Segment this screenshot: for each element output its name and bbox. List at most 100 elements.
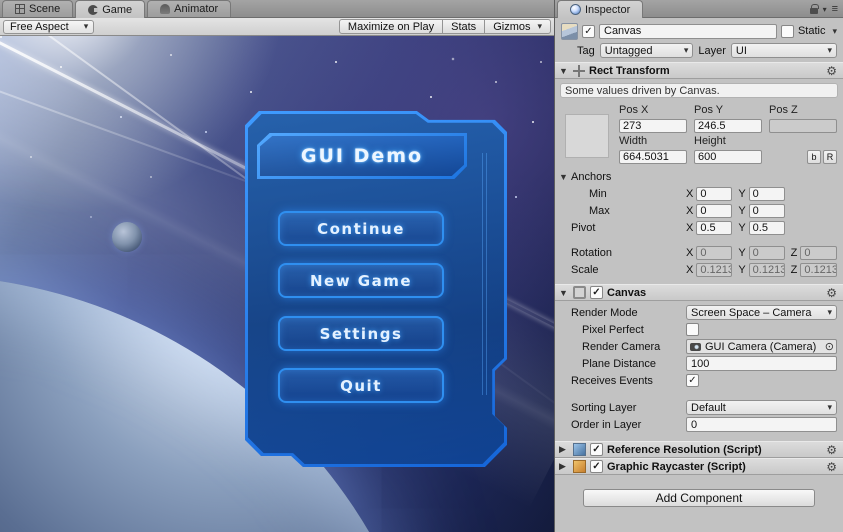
rotation-y-field: 0 xyxy=(748,245,785,260)
sorting-layer-label: Sorting Layer xyxy=(571,401,637,414)
dropdown-arrow-icon: ▾ xyxy=(827,402,832,412)
max-label: Max xyxy=(589,204,610,217)
height-label: Height xyxy=(694,135,726,147)
tab-animator-label: Animator xyxy=(174,3,219,15)
tab-inspector[interactable]: Inspector xyxy=(557,0,644,18)
stats-button[interactable]: Stats xyxy=(443,19,486,34)
sorting-layer-dropdown[interactable]: Default ▾ xyxy=(686,400,837,415)
static-dropdown-arrow-icon[interactable]: ▾ xyxy=(832,26,837,37)
panel-menu-icon[interactable]: ≡ xyxy=(832,4,838,15)
moon xyxy=(112,222,142,252)
foldout-icon[interactable]: ▶ xyxy=(559,461,569,472)
anchor-preview[interactable] xyxy=(565,114,609,158)
canvas-component-icon xyxy=(573,286,586,299)
maximize-on-play-button[interactable]: Maximize on Play xyxy=(338,19,444,34)
height-field[interactable]: 600 xyxy=(694,150,762,164)
scene-icon xyxy=(15,4,25,14)
lock-icon[interactable] xyxy=(809,4,819,14)
receives-events-checkbox[interactable]: ✓ xyxy=(686,374,699,387)
layer-dropdown[interactable]: UI ▾ xyxy=(730,43,837,58)
foldout-icon[interactable]: ▶ xyxy=(559,444,569,455)
pivot-x-field[interactable]: 0.5 xyxy=(696,220,733,235)
render-mode-row: Render Mode Screen Space – Camera ▾ xyxy=(555,304,843,321)
game-toolbar: Free Aspect ▾ Maximize on Play Stats Giz… xyxy=(0,18,554,36)
tab-animator[interactable]: Animator xyxy=(147,0,232,17)
game-toolbar-right: Maximize on Play Stats Gizmos ▾ xyxy=(338,19,551,34)
tag-label: Tag xyxy=(577,44,595,57)
quit-button[interactable]: Quit xyxy=(278,368,444,403)
active-checkbox[interactable]: ✓ xyxy=(582,24,595,38)
graphic-raycaster-header[interactable]: ▶ ✓ Graphic Raycaster (Script) ⚙ xyxy=(555,458,843,475)
new-game-button[interactable]: New Game xyxy=(278,263,444,298)
add-component-button[interactable]: Add Component xyxy=(583,489,815,507)
max-x-field[interactable]: 0 xyxy=(696,203,733,218)
tag-dropdown[interactable]: Untagged ▾ xyxy=(599,43,694,58)
aspect-dropdown[interactable]: Free Aspect ▾ xyxy=(3,19,95,34)
pos-x-label: Pos X xyxy=(619,104,649,116)
object-picker-icon[interactable]: ⊙ xyxy=(825,340,834,353)
tab-inspector-label: Inspector xyxy=(585,3,631,16)
gear-icon[interactable]: ⚙ xyxy=(826,443,837,457)
pixel-perfect-checkbox[interactable] xyxy=(686,323,699,336)
pos-y-field[interactable]: 246.5 xyxy=(694,119,762,133)
continue-button[interactable]: Continue xyxy=(278,211,444,246)
unity-editor-window: Scene Game Animator Free Aspect ▾ Maximi… xyxy=(0,0,843,532)
max-y-field[interactable]: 0 xyxy=(748,203,785,218)
reference-resolution-header[interactable]: ▶ ✓ Reference Resolution (Script) ⚙ xyxy=(555,441,843,458)
scale-y-field: 0.12132 xyxy=(748,262,785,277)
menu-title-box: GUI Demo xyxy=(257,133,467,179)
rect-transform-block: Pos X Pos Y Pos Z 273 246.5 Width Height… xyxy=(555,101,843,168)
rotation-row: Rotation X0 Y0 Z0 xyxy=(555,244,843,261)
gear-icon[interactable]: ⚙ xyxy=(826,64,837,78)
pos-z-label: Pos Z xyxy=(769,104,798,116)
graphic-raycaster-checkbox[interactable]: ✓ xyxy=(590,460,603,473)
camera-icon xyxy=(690,342,701,351)
tab-scene-label: Scene xyxy=(29,3,61,15)
gizmos-dropdown[interactable]: Gizmos ▾ xyxy=(485,19,551,34)
foldout-icon[interactable]: ▼ xyxy=(559,66,569,76)
dropdown-arrow-icon[interactable]: ▾ xyxy=(823,5,827,14)
dropdown-arrow-icon: ▾ xyxy=(83,21,89,31)
left-tab-strip: Scene Game Animator xyxy=(0,0,554,18)
order-in-layer-field[interactable]: 0 xyxy=(686,417,837,432)
canvas-component-header[interactable]: ▼ ✓ Canvas ⚙ xyxy=(555,284,843,301)
render-camera-object-field[interactable]: GUI Camera (Camera) ⊙ xyxy=(686,339,837,354)
blueprint-mode-button[interactable]: b xyxy=(807,150,821,164)
min-label: Min xyxy=(589,187,607,200)
min-y-field[interactable]: 0 xyxy=(748,186,785,201)
settings-button[interactable]: Settings xyxy=(278,316,444,351)
order-in-layer-row: Order in Layer 0 xyxy=(555,416,843,433)
plane-distance-field[interactable]: 100 xyxy=(686,356,837,371)
gear-icon[interactable]: ⚙ xyxy=(826,460,837,474)
game-viewport[interactable]: GUI Demo Continue New Game Settings Quit xyxy=(0,36,554,532)
tab-game[interactable]: Game xyxy=(75,0,146,18)
anchors-row[interactable]: ▼ Anchors xyxy=(555,168,843,185)
pivot-y-field[interactable]: 0.5 xyxy=(748,220,785,235)
canvas-enabled-checkbox[interactable]: ✓ xyxy=(590,286,603,299)
anchors-max-row: Max X0 Y0 xyxy=(555,202,843,219)
static-checkbox[interactable] xyxy=(780,24,794,38)
rect-transform-header[interactable]: ▼ Rect Transform ⚙ xyxy=(555,62,843,79)
dropdown-arrow-icon: ▾ xyxy=(827,307,832,317)
reference-resolution-checkbox[interactable]: ✓ xyxy=(590,443,603,456)
width-label: Width xyxy=(619,135,648,147)
anchors-min-row: Min X0 Y0 xyxy=(555,185,843,202)
pos-x-field[interactable]: 273 xyxy=(619,119,687,133)
tab-game-label: Game xyxy=(102,3,133,16)
foldout-icon[interactable]: ▼ xyxy=(559,172,571,182)
layer-label: Layer xyxy=(698,44,726,57)
render-mode-dropdown[interactable]: Screen Space – Camera ▾ xyxy=(686,305,837,320)
tab-scene[interactable]: Scene xyxy=(2,0,74,17)
render-mode-label: Render Mode xyxy=(571,306,638,319)
name-field[interactable]: Canvas xyxy=(599,23,777,39)
raw-edit-mode-button[interactable]: R xyxy=(823,150,837,164)
static-label: Static xyxy=(797,25,826,37)
min-x-field[interactable]: 0 xyxy=(696,186,733,201)
foldout-icon[interactable]: ▼ xyxy=(559,288,569,298)
width-field[interactable]: 664.5031 xyxy=(619,150,687,164)
rotation-label: Rotation xyxy=(571,246,612,259)
gear-icon[interactable]: ⚙ xyxy=(826,286,837,300)
pos-y-label: Pos Y xyxy=(694,104,724,116)
anchors-label: Anchors xyxy=(571,170,612,183)
plane-distance-row: Plane Distance 100 xyxy=(555,355,843,372)
